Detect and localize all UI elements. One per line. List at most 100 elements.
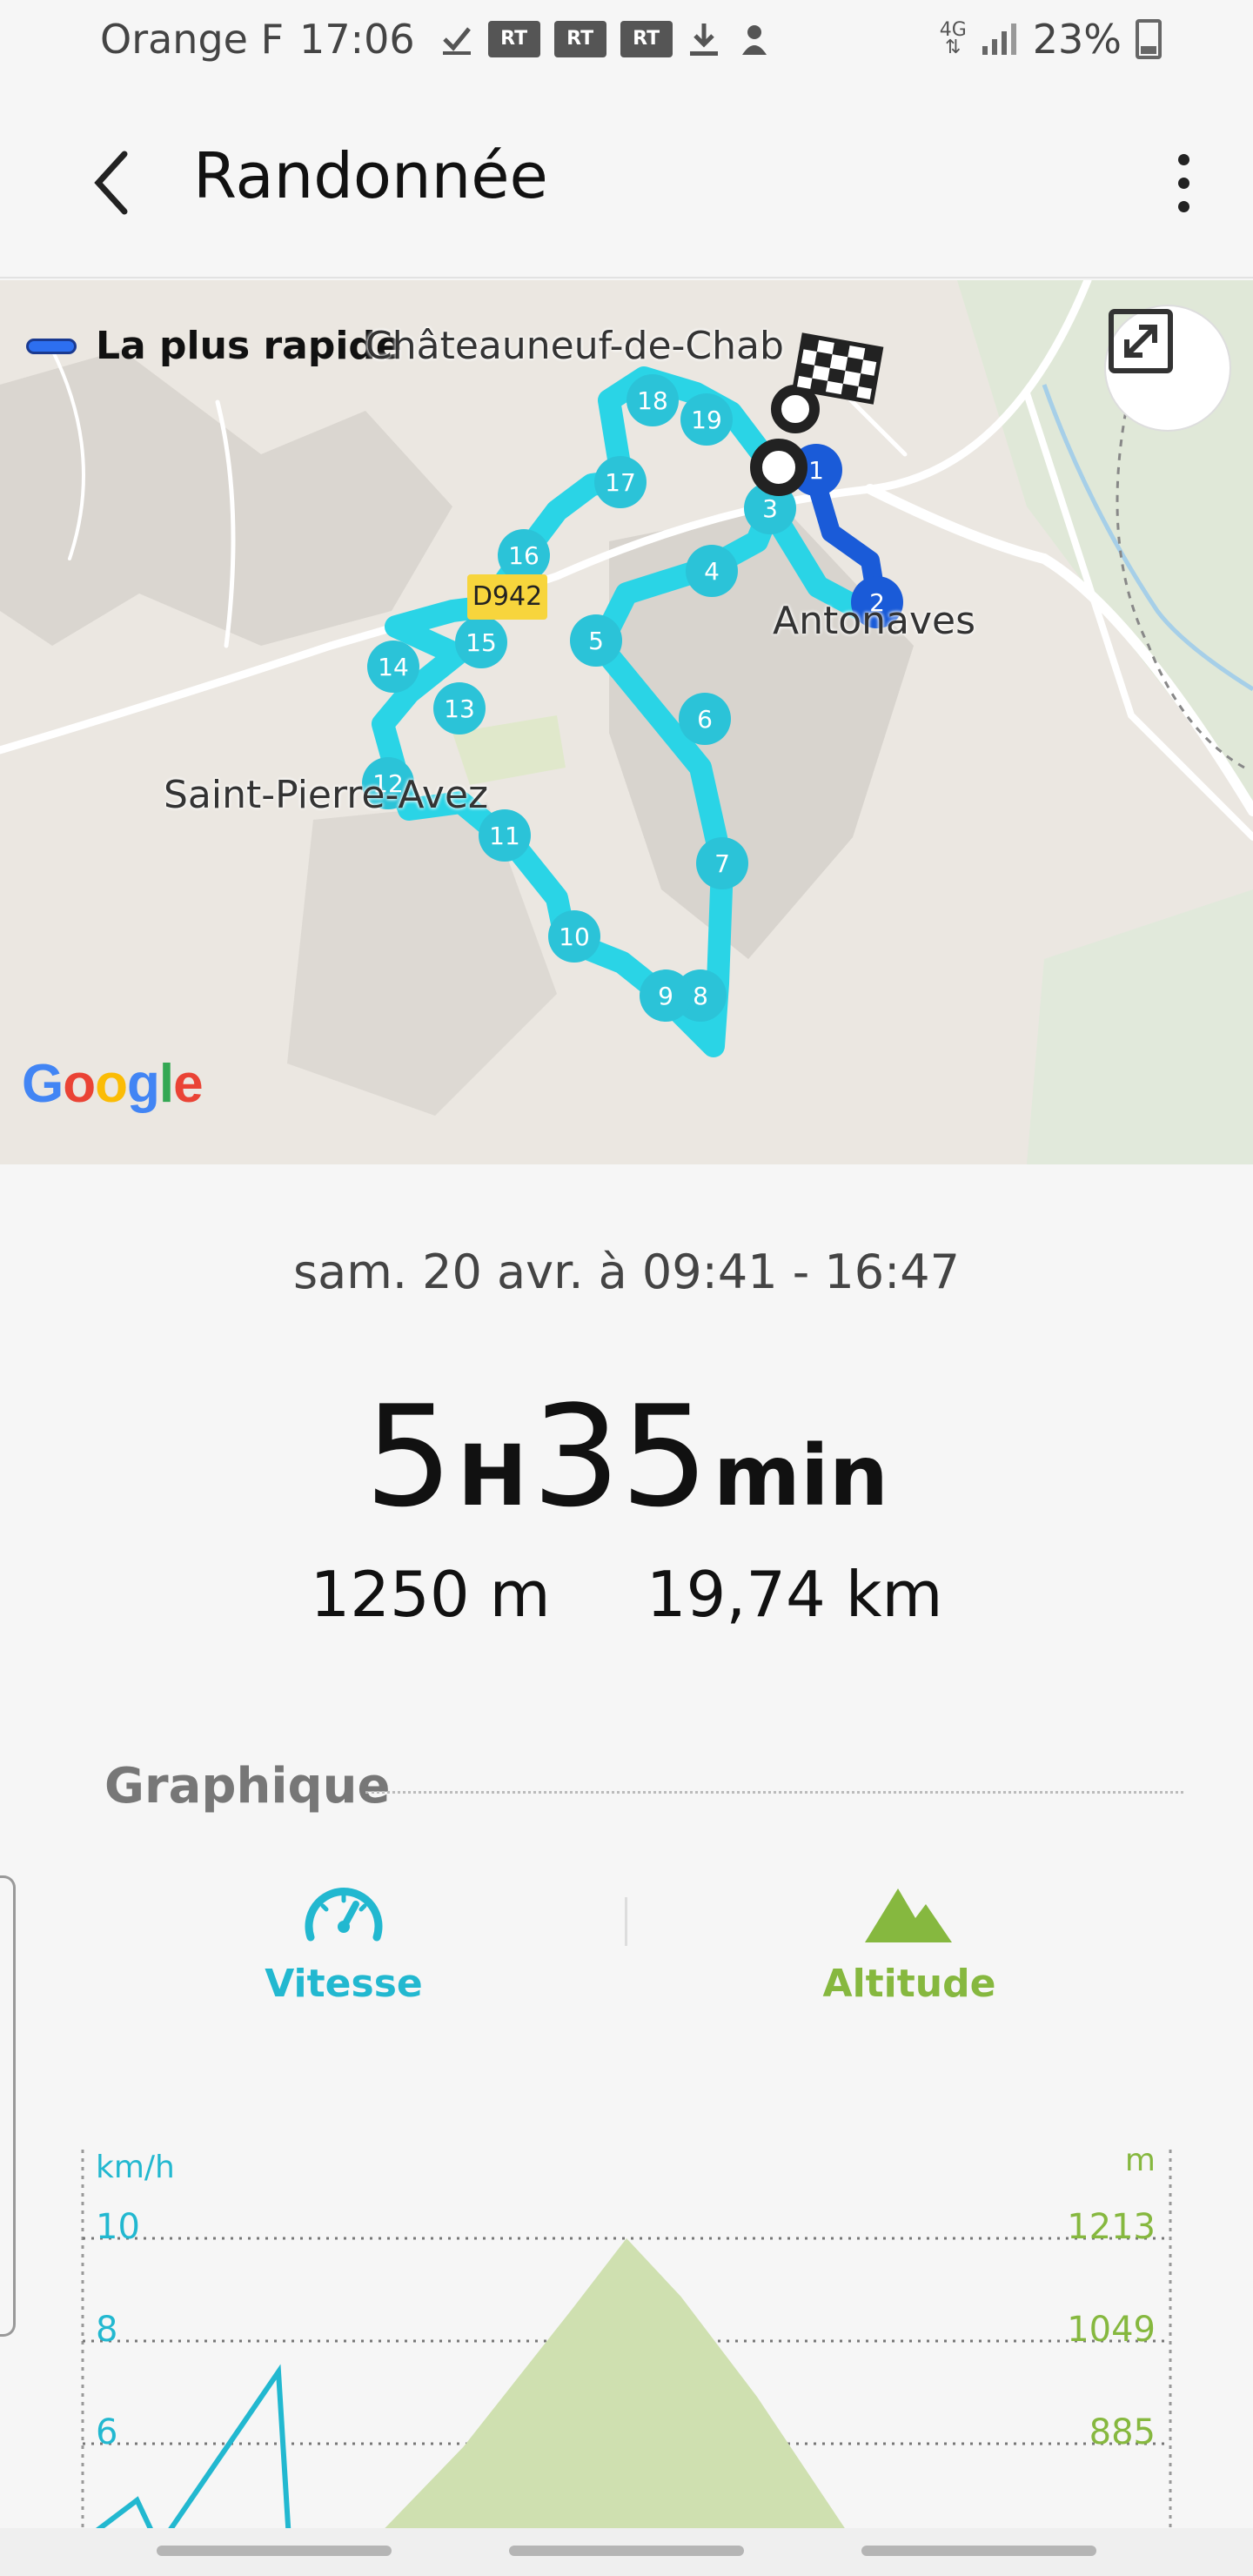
route-waypoint[interactable]: 7 — [696, 837, 748, 889]
waypoint-number: 11 — [489, 822, 520, 850]
waypoint-number: 16 — [508, 541, 539, 570]
map-canvas: 12345678910111213141516171819 — [0, 280, 1253, 1164]
check-icon — [442, 27, 471, 55]
waypoint-number: 13 — [444, 694, 475, 723]
route-legend: La plus rapide — [26, 324, 402, 368]
google-logo-letter: e — [173, 1054, 203, 1114]
waypoint-number: 17 — [605, 468, 636, 497]
stats-row: 1250 m 19,74 km — [0, 1558, 1253, 1631]
right-tick-label: 1049 — [1067, 2310, 1156, 2350]
left-tick-label: 8 — [96, 2310, 118, 2350]
route-waypoint[interactable]: 13 — [433, 682, 486, 735]
route-waypoint[interactable]: 4 — [686, 545, 738, 597]
legend-swatch — [26, 338, 77, 354]
status-bar: Orange F 17:06 RT RT RT 4G ⇅ 23% — [0, 0, 1253, 87]
rt-app-icon: RT — [620, 21, 673, 57]
app-notification-icon — [741, 25, 767, 55]
left-tick-label: 6 — [96, 2412, 118, 2452]
waypoint-number: 14 — [378, 653, 409, 681]
battery-percent: 23% — [1032, 16, 1122, 63]
waypoint-number: 3 — [762, 494, 778, 523]
chart-series — [81, 2238, 866, 2560]
waypoint-number: 19 — [691, 406, 722, 434]
nav-recent-button[interactable] — [157, 2546, 392, 2556]
tab-speed-label: Vitesse — [265, 1962, 423, 2006]
more-dot — [1177, 177, 1189, 189]
duration: 5 H 35 min — [0, 1375, 1253, 1538]
chart-canvas — [81, 2150, 1172, 2560]
terrain-layer — [0, 280, 1253, 1164]
start-marker — [750, 439, 807, 496]
speed-altitude-chart: km/h m 10 8 6 1213 1049 885 — [0, 2123, 1253, 2560]
minutes-unit: min — [713, 1427, 889, 1525]
status-right: 4G ⇅ 23% — [940, 16, 1162, 63]
google-logo-letter: l — [158, 1054, 174, 1114]
town-label: Antonaves — [773, 599, 976, 643]
hours-unit: H — [457, 1427, 528, 1525]
google-logo-letter: o — [95, 1054, 128, 1114]
waypoint-number: 10 — [559, 922, 590, 951]
back-button[interactable] — [83, 144, 144, 222]
google-logo-letter: G — [22, 1054, 64, 1114]
route-waypoint[interactable]: 15 — [455, 616, 507, 668]
section-divider — [365, 1791, 1183, 1794]
route-waypoint[interactable]: 18 — [626, 374, 679, 426]
more-dot — [1177, 153, 1189, 165]
tab-divider — [625, 1897, 627, 1946]
distance-value: 19,74 km — [646, 1558, 943, 1631]
section-title: Graphique — [104, 1758, 391, 1815]
route-waypoint[interactable]: 5 — [570, 614, 622, 667]
tab-speed[interactable]: Vitesse — [170, 1880, 518, 2006]
elevation-value: 1250 m — [310, 1558, 551, 1631]
more-options-button[interactable] — [1149, 139, 1218, 226]
battery-icon — [1136, 19, 1162, 59]
expand-map-button[interactable] — [1104, 305, 1231, 432]
speedometer-icon — [305, 1888, 383, 1942]
status-left: Orange F 17:06 RT RT RT — [100, 16, 774, 63]
page-title: Randonnée — [193, 139, 548, 212]
left-axis-title: km/h — [96, 2150, 175, 2185]
google-logo: Google — [22, 1053, 204, 1115]
signal-icon — [982, 23, 1016, 55]
route-waypoint[interactable]: 16 — [498, 529, 550, 581]
altitude-area — [354, 2238, 866, 2560]
network-type: 4G ⇅ — [939, 19, 967, 58]
carrier-label: Orange F — [100, 16, 285, 63]
tab-altitude-label: Altitude — [822, 1962, 996, 2006]
system-nav-bar — [0, 2528, 1253, 2576]
right-tick-label: 1213 — [1067, 2207, 1156, 2247]
tab-altitude[interactable]: Altitude — [735, 1880, 1083, 2006]
town-label: Châteauneuf-de-Chab — [365, 324, 784, 368]
more-dot — [1177, 200, 1189, 212]
duration-hours: 5 — [364, 1375, 453, 1538]
mountain-icon — [865, 1888, 952, 1942]
clock: 17:06 — [299, 16, 415, 63]
notification-icons: RT RT RT — [439, 20, 774, 58]
rt-app-icon: RT — [487, 21, 540, 57]
back-arrow-icon — [94, 151, 128, 215]
waypoint-number: 18 — [637, 386, 668, 415]
route-map[interactable]: 1 2 3 4 5 6 7 8 9 10 11 12 13 14 15 16 17 18 19 La plus ra… — [0, 280, 1253, 1164]
route-waypoint[interactable]: 9 — [640, 969, 692, 1022]
route-waypoint[interactable]: 6 — [679, 693, 731, 745]
right-tick-label: 885 — [1089, 2412, 1156, 2452]
route-waypoint[interactable]: 17 — [594, 456, 647, 508]
waypoint-number: 4 — [704, 557, 720, 586]
waypoint-number: 1 — [808, 456, 824, 485]
expand-icon — [1109, 309, 1173, 373]
waypoint-number: 5 — [588, 627, 604, 655]
route-waypoint[interactable]: 19 — [680, 393, 733, 446]
nav-home-button[interactable] — [509, 2546, 744, 2556]
download-icon — [689, 23, 718, 56]
route-waypoint[interactable]: 10 — [548, 910, 600, 963]
right-axis-title: m — [1124, 2143, 1156, 2178]
waypoint-number: 8 — [693, 982, 708, 1010]
duration-minutes: 35 — [532, 1375, 709, 1538]
nav-back-button[interactable] — [861, 2546, 1096, 2556]
rt-app-icon: RT — [553, 21, 606, 57]
app-bar: Randonnée — [0, 87, 1253, 278]
date-range: sam. 20 avr. à 09:41 - 16:47 — [293, 1244, 960, 1299]
road-badge: D942 — [467, 574, 547, 620]
route-waypoint[interactable]: 11 — [479, 809, 531, 862]
route-waypoint[interactable]: 14 — [367, 641, 419, 693]
